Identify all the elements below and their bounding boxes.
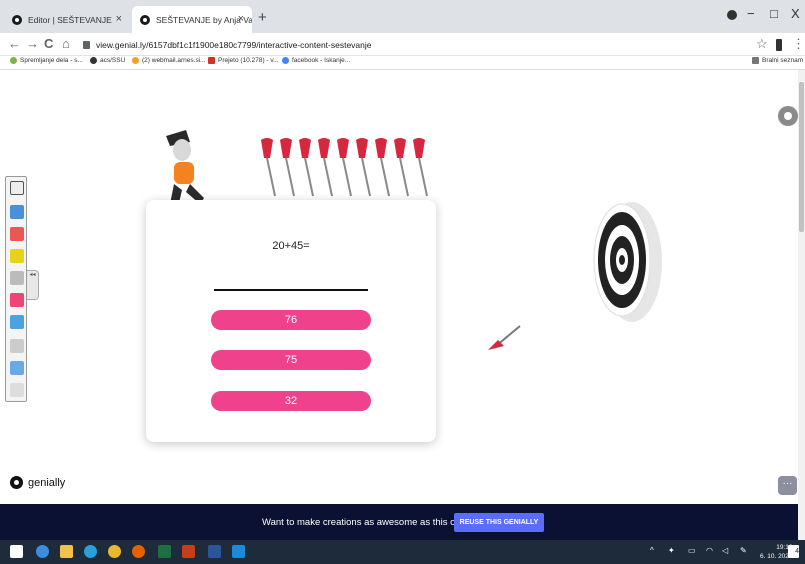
bookmarks-bar: Spremljanje dela - s... acs/SSU (2) webm…: [0, 56, 805, 70]
keyboard-tool-icon[interactable]: [10, 339, 24, 353]
pen-tool-icon[interactable]: [10, 205, 24, 219]
tray-volume-icon[interactable]: ◁: [722, 546, 728, 555]
bookmark-favicon-icon: [132, 57, 139, 64]
color-tool-icon[interactable]: [10, 293, 24, 307]
answer-blank-line: [214, 289, 368, 291]
chrome-icon[interactable]: [108, 545, 121, 558]
address-bar[interactable]: view.genial.ly/6157dbf1c1f1900e180c7799/…: [83, 36, 723, 54]
firefox-icon[interactable]: [132, 545, 145, 558]
minimize-button[interactable]: −: [747, 6, 755, 21]
notifications-icon[interactable]: 4: [788, 545, 799, 558]
back-button[interactable]: ←: [8, 36, 21, 51]
profile-icon[interactable]: [727, 10, 737, 20]
bookmark-item[interactable]: acs/SSU: [90, 57, 125, 64]
home-button[interactable]: ⌂: [62, 36, 70, 51]
url-text: view.genial.ly/6157dbf1c1f1900e180c7799/…: [96, 40, 372, 50]
bookmark-item[interactable]: Spremljanje dela - s...: [10, 57, 83, 64]
genially-favicon-icon: [12, 14, 22, 25]
tray-network-icon[interactable]: ✦: [668, 546, 675, 555]
dart-icon: [394, 138, 409, 197]
powerpoint-icon[interactable]: [182, 545, 195, 558]
tray-battery-icon[interactable]: ▭: [688, 546, 696, 555]
word-icon[interactable]: [208, 545, 221, 558]
dart-icon: [356, 138, 371, 197]
hand-pointer-button[interactable]: [778, 106, 798, 126]
bookmark-favicon-icon: [10, 57, 17, 64]
dart-icon: [318, 138, 333, 197]
dartboard-illustration: [593, 202, 662, 322]
screen-tool-icon[interactable]: [10, 315, 24, 329]
edge-icon[interactable]: [36, 545, 49, 558]
genially-logo-icon: [10, 476, 23, 489]
banner-text: Want to make creations as awesome as thi…: [262, 517, 472, 528]
google-icon: [282, 57, 289, 64]
eraser-tool-icon[interactable]: [10, 271, 24, 285]
menu-kebab-icon[interactable]: ⋮: [792, 36, 805, 52]
more-options-button[interactable]: ···: [778, 476, 797, 495]
new-tab-button[interactable]: +: [258, 9, 267, 26]
edge-legacy-icon[interactable]: [84, 545, 97, 558]
close-tab-icon[interactable]: ×: [116, 13, 122, 25]
file-explorer-icon[interactable]: [60, 545, 73, 558]
bookmark-star-icon[interactable]: ☆: [756, 36, 768, 52]
reading-list[interactable]: Bralni seznam: [752, 57, 803, 64]
tray-chevron-icon[interactable]: ^: [650, 546, 654, 555]
photos-icon[interactable]: [232, 545, 245, 558]
extension-icon[interactable]: [776, 39, 782, 51]
dart-icon: [337, 138, 352, 197]
forward-button[interactable]: →: [26, 36, 39, 51]
question-text: 20+45=: [272, 240, 310, 252]
reuse-genially-button[interactable]: REUSE THIS GENIALLY: [454, 513, 544, 532]
close-window-button[interactable]: X: [791, 6, 800, 21]
toolbar-collapse-tab[interactable]: ◂◂: [27, 270, 39, 300]
dart-icon: [280, 138, 295, 197]
undo-tool-icon[interactable]: [10, 361, 24, 375]
close-tab-icon[interactable]: ×: [238, 13, 244, 25]
reading-list-icon: [752, 57, 759, 64]
highlighter-tool-icon[interactable]: [10, 249, 24, 263]
tray-wifi-icon[interactable]: ◠: [706, 546, 713, 555]
annotation-toolbar: [5, 176, 27, 402]
dart-icon: [299, 138, 314, 197]
dart-icon: [413, 138, 428, 197]
bookmark-favicon-icon: [90, 57, 97, 64]
genially-favicon-icon: [140, 14, 150, 25]
pen-red-tool-icon[interactable]: [10, 227, 24, 241]
dart-icon: [375, 138, 390, 197]
scrollbar-thumb[interactable]: [799, 82, 804, 232]
answer-option-32[interactable]: 32: [211, 391, 371, 411]
tray-pen-icon[interactable]: ✎: [740, 546, 747, 555]
gmail-icon: [208, 57, 215, 64]
bookmark-item[interactable]: facebook - Iskanje...: [282, 57, 350, 64]
settings-tool-icon[interactable]: [10, 383, 24, 397]
windows-start-icon[interactable]: [10, 545, 23, 558]
bookmark-item[interactable]: Prejeto (10.278) - v...: [208, 57, 279, 64]
answer-option-75[interactable]: 75: [211, 350, 371, 370]
darts-row-illustration: [261, 138, 428, 197]
dart-icon: [261, 138, 276, 197]
flying-dart-illustration: [488, 325, 521, 350]
answer-option-76[interactable]: 76: [211, 310, 371, 330]
tab-sestevanje[interactable]: SEŠTEVANJE by Anja Valenčič Šti ×: [132, 6, 252, 33]
bookmark-item[interactable]: (2) webmail.arnes.si...: [132, 57, 206, 64]
lock-icon: [83, 41, 90, 49]
excel-icon[interactable]: [158, 545, 171, 558]
genially-logo[interactable]: genially: [10, 476, 65, 489]
pointer-tool-icon[interactable]: [10, 181, 24, 195]
tab-title: Editor | SEŠTEVANJE: [28, 14, 112, 25]
restore-button[interactable]: □: [770, 6, 778, 21]
tab-editor[interactable]: Editor | SEŠTEVANJE ×: [4, 6, 130, 33]
reload-button[interactable]: C: [44, 36, 53, 51]
hand-icon: [784, 112, 792, 120]
